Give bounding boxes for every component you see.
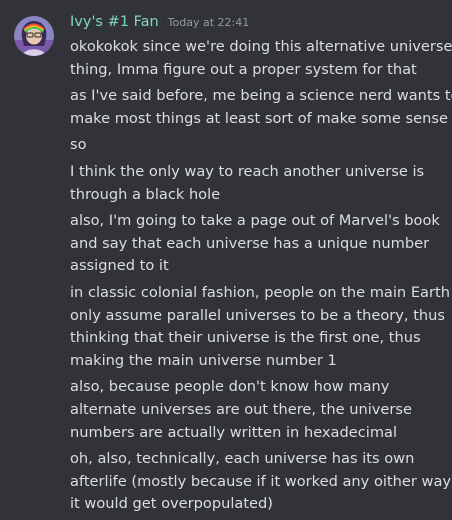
message-text: in classic colonial fashion, people on t… (70, 282, 450, 372)
message-line: okokokok since we're doing this alternat… (70, 38, 452, 55)
message-line: make most things at least sort of make s… (70, 109, 448, 127)
message-line: numbers are actually written in hexadeci… (70, 423, 398, 441)
message-text: as I've said before, me being a science … (70, 85, 452, 130)
timestamp[interactable]: Today at 22:41 (168, 16, 250, 29)
message-text: so (70, 134, 450, 157)
message-line: thing, Imma figure out a proper system f… (70, 60, 417, 78)
message-line: assigned to it (70, 257, 169, 275)
message-line: alternate universes are out there, the u… (70, 400, 412, 418)
message-group: Ivy's #1 Fan Today at 22:41 okokokok sin… (0, 0, 452, 519)
message-line: so (70, 136, 87, 154)
message-line: oh, also, technically, each universe has… (70, 450, 415, 468)
message-line: only assume parallel universes to be a t… (70, 306, 446, 324)
message-line: afterlife (mostly because if it worked a… (70, 472, 452, 490)
message-header: Ivy's #1 Fan Today at 22:41 (70, 14, 249, 36)
message-line: making the main universe number 1 (70, 351, 337, 369)
message-line: in classic colonial fashion, people on t… (70, 283, 450, 301)
avatar[interactable] (14, 16, 54, 56)
message-text: oh, also, technically, each universe has… (70, 448, 452, 516)
message-text: also, because people don't know how many… (70, 376, 450, 444)
avatar-image (14, 16, 54, 56)
message-line: also, I'm going to take a page out of Ma… (70, 212, 440, 230)
message-text: okokokok since we're doing this alternat… (70, 36, 452, 81)
message-list: okokokok since we're doing this alternat… (70, 36, 452, 520)
message-line: also, because people don't know how many (70, 378, 390, 396)
message-line: as I've said before, me being a science … (70, 87, 452, 105)
message-text: also, I'm going to take a page out of Ma… (70, 210, 450, 278)
message-line: I think the only way to reach another un… (70, 162, 425, 180)
message-line: thinking that their universe is the firs… (70, 329, 421, 347)
message-line: it would get overpopulated) (70, 495, 273, 513)
message-text: I think the only way to reach another un… (70, 161, 450, 206)
message-line: and say that each universe has a unique … (70, 234, 430, 252)
username[interactable]: Ivy's #1 Fan (70, 14, 159, 30)
message-line: through a black hole (70, 185, 221, 203)
